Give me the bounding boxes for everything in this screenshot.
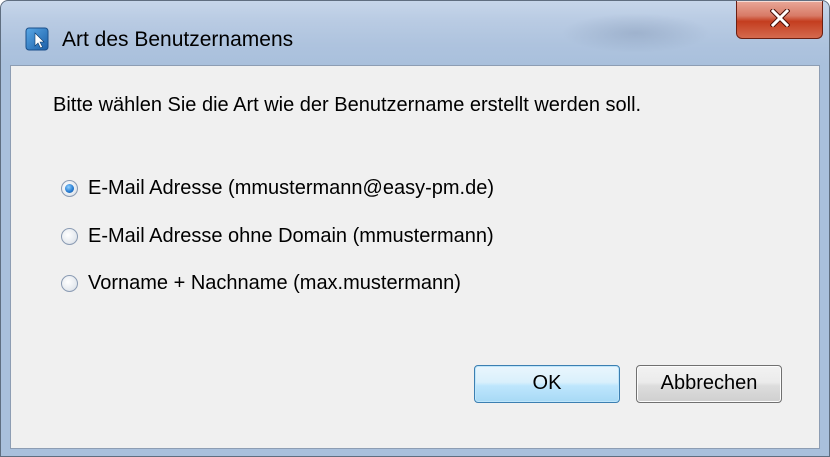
radio-email[interactable] [61, 179, 78, 197]
option-email-no-domain-label: E-Mail Adresse ohne Domain (mmustermann) [88, 224, 494, 247]
option-email-label: E-Mail Adresse (mmustermann@easy-pm.de) [88, 176, 494, 199]
close-icon [770, 9, 790, 27]
close-button[interactable] [736, 1, 823, 39]
option-firstname-lastname[interactable]: Vorname + Nachname (max.mustermann) [61, 270, 461, 296]
prompt-text: Bitte wählen Sie die Art wie der Benutze… [53, 94, 642, 116]
title-bar[interactable]: Art des Benutzernamens [1, 1, 829, 65]
dialog-body: Bitte wählen Sie die Art wie der Benutze… [10, 65, 820, 449]
dialog-window: Art des Benutzernamens Bitte wählen Sie … [0, 0, 830, 457]
option-firstname-lastname-label: Vorname + Nachname (max.mustermann) [88, 271, 461, 294]
ok-button[interactable]: OK [474, 365, 620, 403]
window-title: Art des Benutzernamens [62, 28, 294, 51]
option-email-no-domain[interactable]: E-Mail Adresse ohne Domain (mmustermann) [61, 223, 494, 249]
cancel-button[interactable]: Abbrechen [636, 365, 782, 403]
radio-email-no-domain[interactable] [61, 227, 78, 245]
option-email[interactable]: E-Mail Adresse (mmustermann@easy-pm.de) [61, 175, 494, 201]
title-bar-glass [561, 13, 711, 53]
user-app-icon [25, 27, 49, 51]
radio-firstname-lastname[interactable] [61, 274, 78, 292]
